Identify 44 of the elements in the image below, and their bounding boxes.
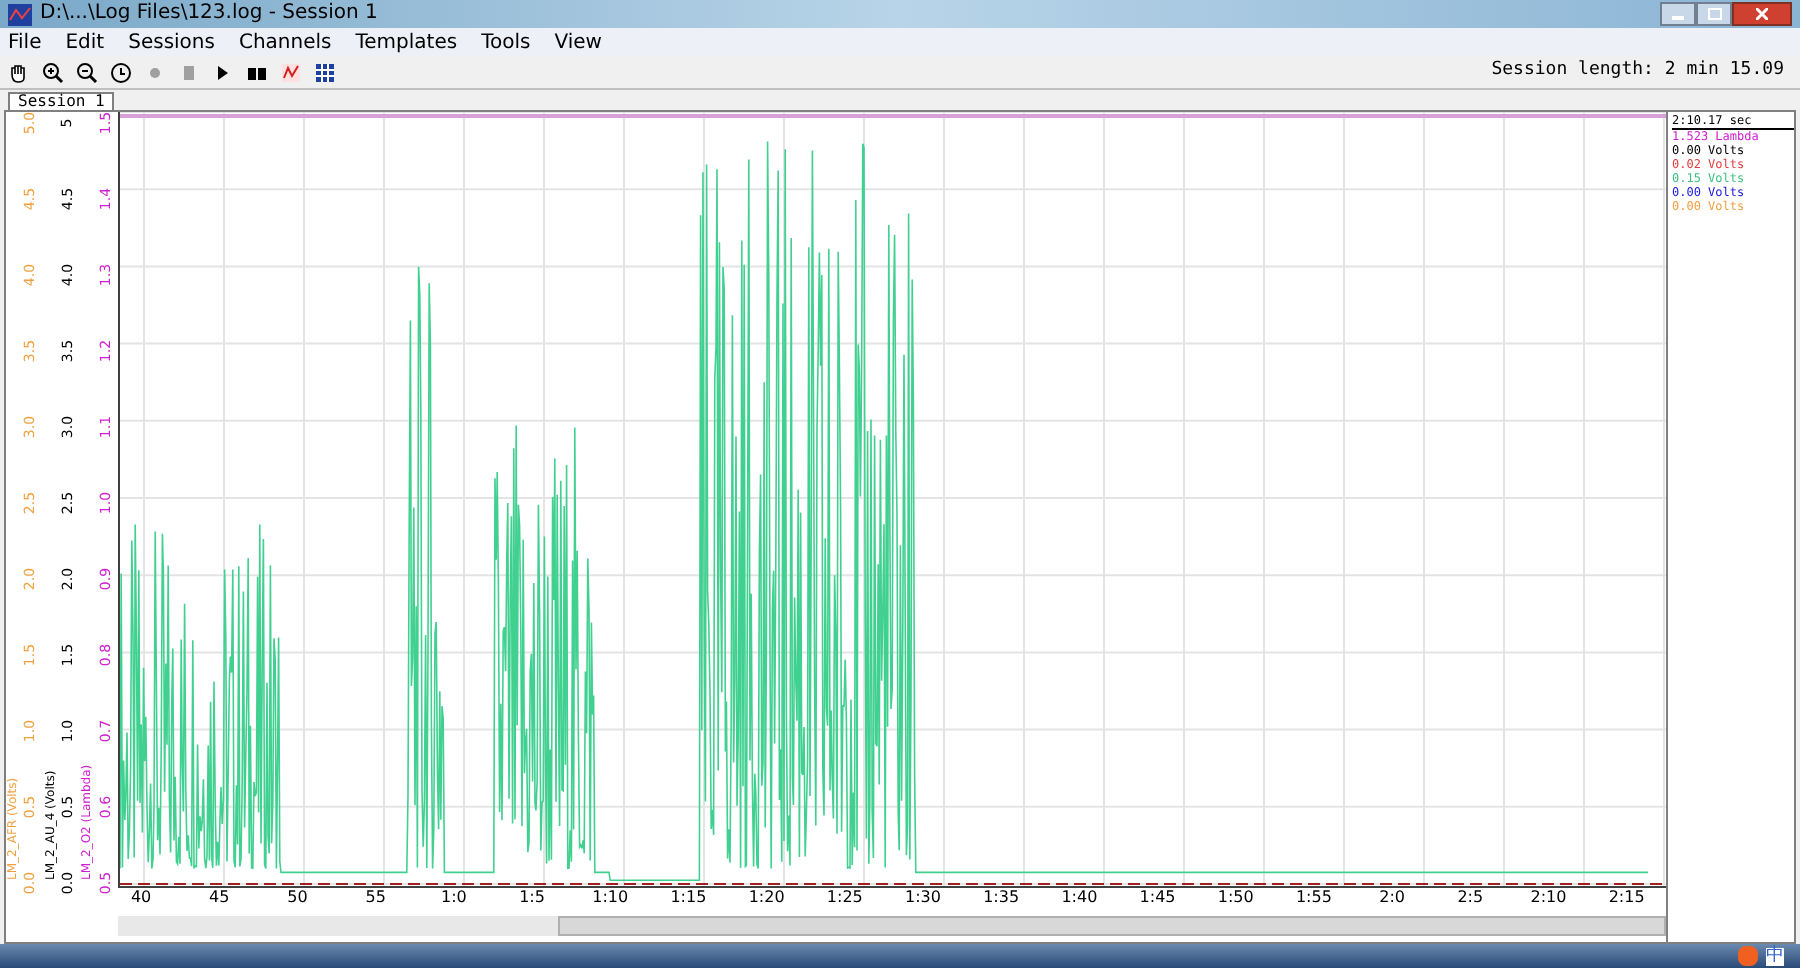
menu-item[interactable]: Templates bbox=[355, 27, 458, 57]
menu-item[interactable]: Tools bbox=[481, 27, 531, 57]
maximize-icon bbox=[1707, 8, 1721, 20]
menu-item[interactable]: File bbox=[8, 27, 42, 57]
maximize-button[interactable] bbox=[1696, 2, 1732, 26]
x-axis-label: 1:0 bbox=[438, 888, 469, 908]
x-axis-label: 2:5 bbox=[1455, 888, 1486, 908]
menu-item[interactable]: Sessions bbox=[128, 27, 215, 57]
chart-icon[interactable] bbox=[280, 61, 302, 83]
x-axis-label: 1:10 bbox=[590, 888, 631, 908]
session-tab[interactable]: Session 1 bbox=[8, 92, 115, 110]
x-axis-label: 1:15 bbox=[668, 888, 709, 908]
horizontal-scrollbar[interactable] bbox=[118, 916, 1666, 936]
menu-item[interactable]: Channels bbox=[238, 27, 332, 57]
x-axis-label: 1:20 bbox=[746, 888, 787, 908]
x-axis-label: 2:15 bbox=[1606, 888, 1647, 908]
minimize-button[interactable] bbox=[1660, 2, 1696, 26]
x-axis-label: 1:5 bbox=[517, 888, 547, 908]
hand-icon[interactable] bbox=[8, 61, 30, 83]
x-axis-label: 1:50 bbox=[1215, 888, 1256, 908]
x-axis-label: 1:55 bbox=[1293, 888, 1334, 908]
window-title: D:\...\Log Files\123.log - Session 1 bbox=[40, 4, 378, 24]
x-axis-label: 1:30 bbox=[903, 888, 943, 908]
menu-item[interactable]: Edit bbox=[65, 27, 105, 57]
grid-icon[interactable] bbox=[314, 61, 336, 83]
x-axis-label: 1:25 bbox=[824, 888, 865, 908]
close-icon bbox=[1756, 8, 1768, 20]
x-axis-label: 2:10 bbox=[1528, 888, 1569, 908]
close-button[interactable] bbox=[1732, 2, 1792, 26]
x-axis-label: 1:45 bbox=[1137, 888, 1178, 908]
x-axis-label: 55 bbox=[363, 888, 388, 908]
menu-item[interactable]: View bbox=[554, 27, 602, 57]
app-icon bbox=[8, 3, 32, 25]
scrollbar-thumb[interactable] bbox=[558, 916, 1666, 936]
zoom-out-icon[interactable] bbox=[76, 61, 98, 83]
x-axis-label: 1:40 bbox=[1059, 888, 1100, 908]
clock-icon[interactable] bbox=[110, 61, 132, 83]
x-axis-label: 2:0 bbox=[1377, 888, 1407, 908]
zoom-in-icon[interactable] bbox=[42, 61, 64, 83]
x-axis-label: 1:35 bbox=[981, 888, 1022, 908]
x-axis-label: 45 bbox=[207, 888, 232, 908]
ime-mode-text[interactable]: 中 bbox=[1766, 947, 1784, 965]
x-axis-label: 50 bbox=[285, 888, 310, 908]
session-length-text: Session length: 2 min 15.09 bbox=[1491, 58, 1786, 85]
